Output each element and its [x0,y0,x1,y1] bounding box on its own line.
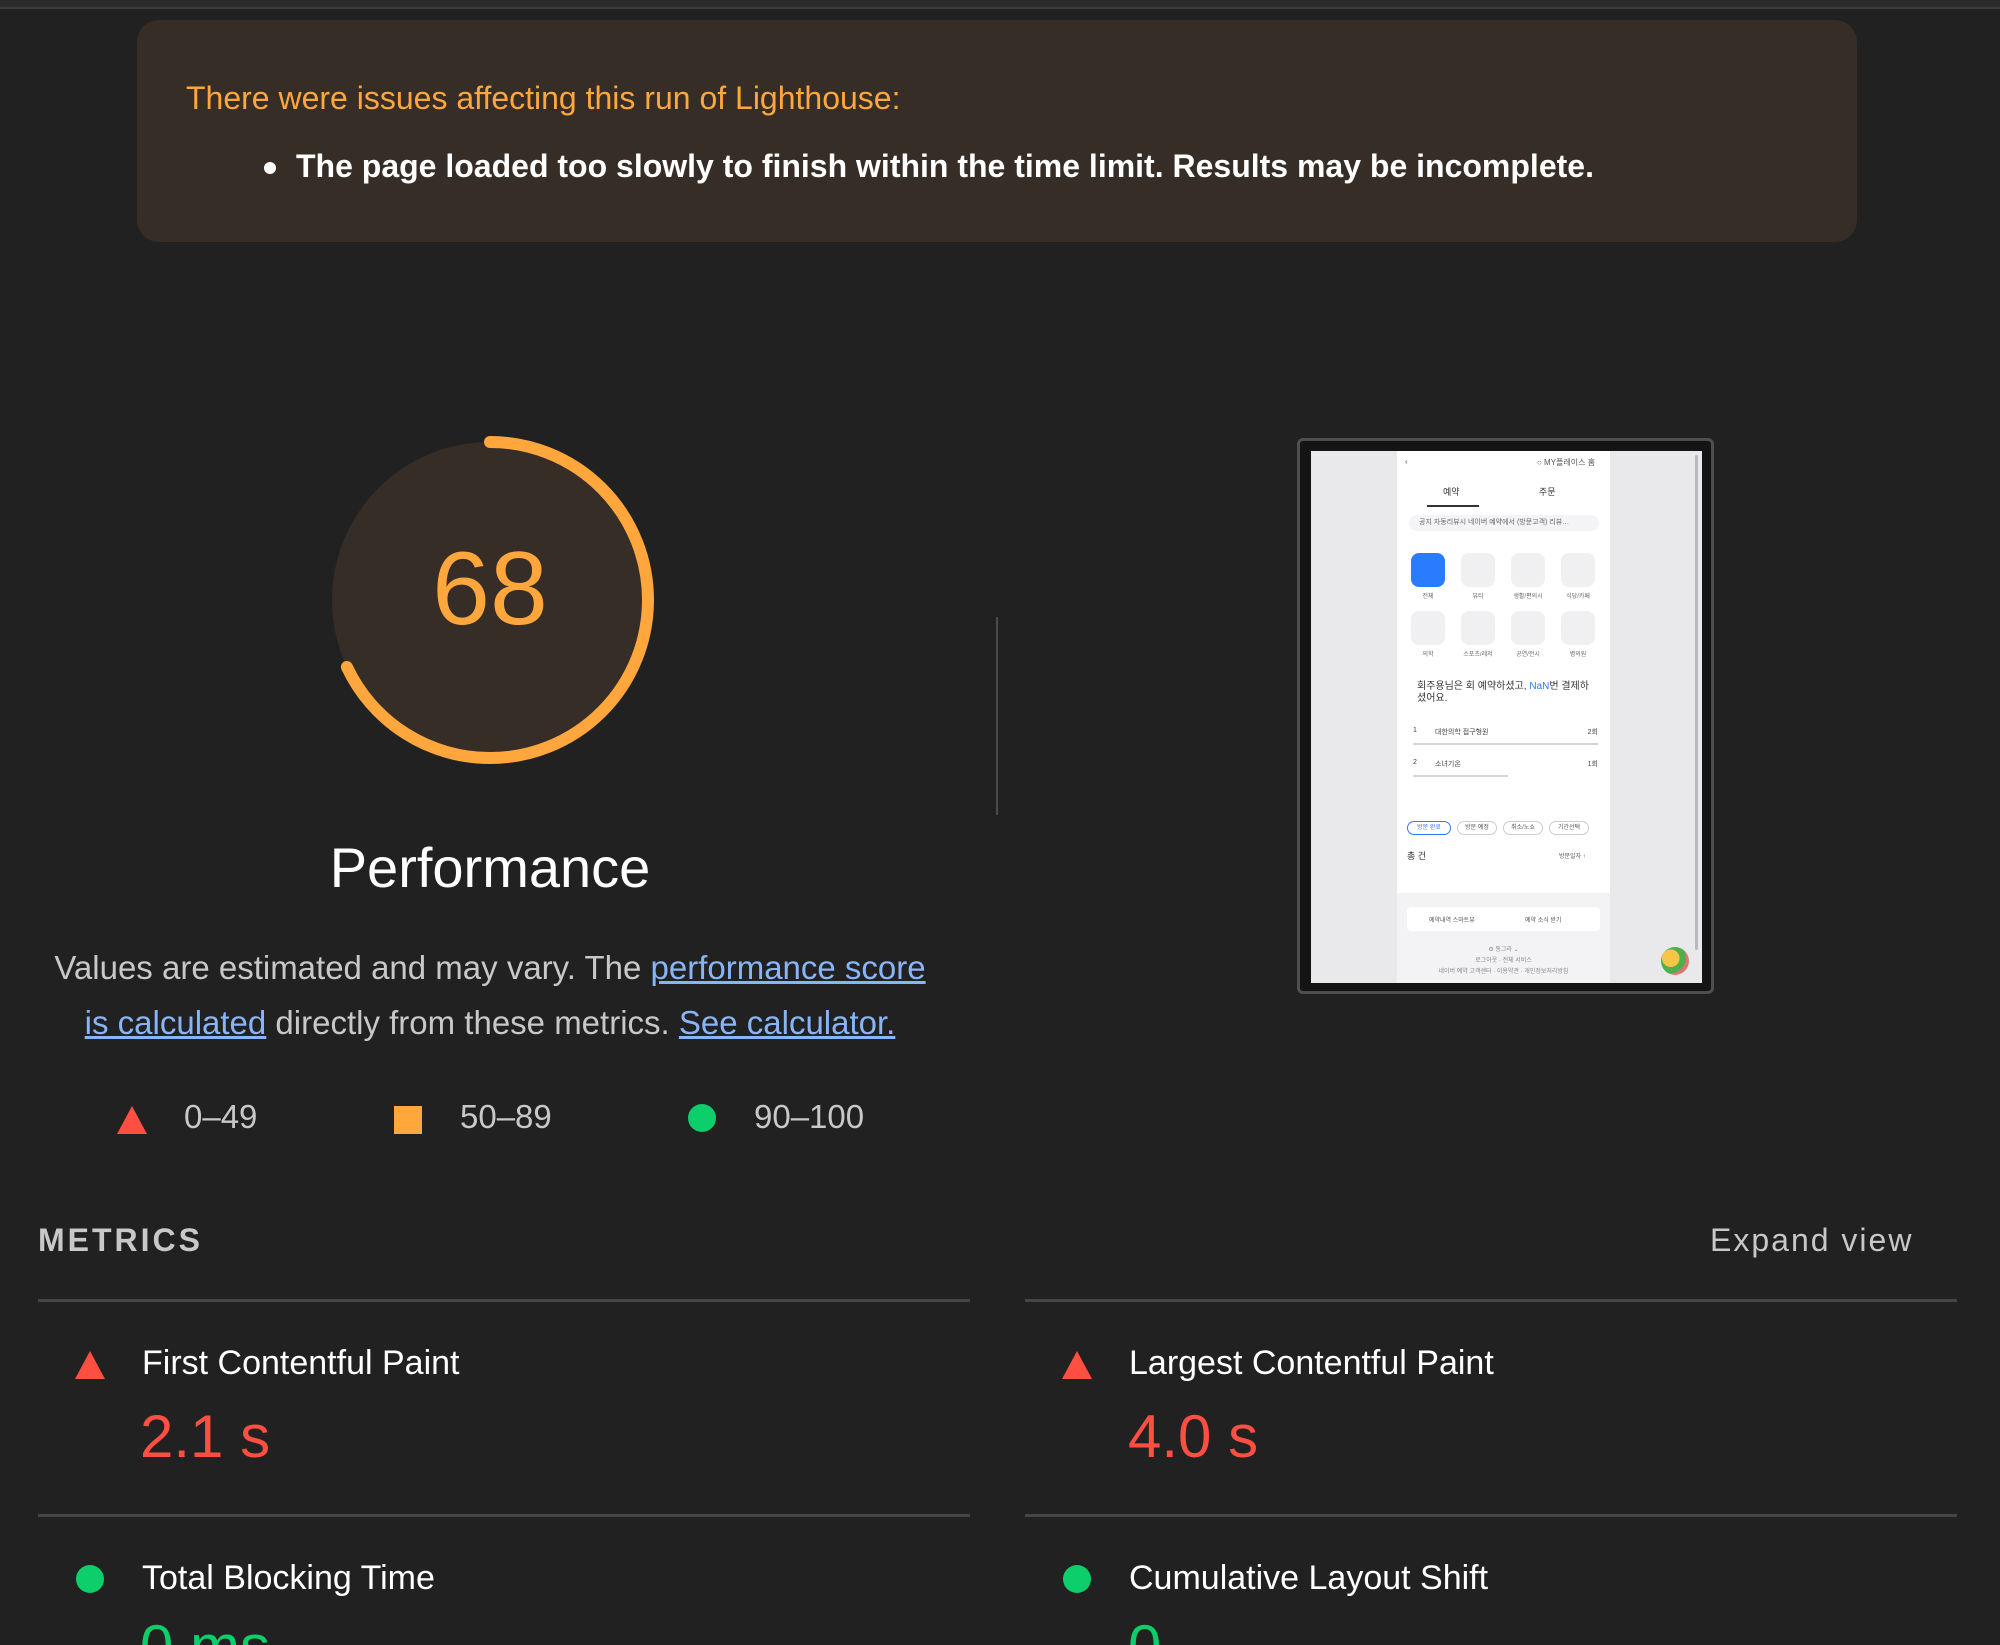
row-name: 대한의학 접구형원 [1435,729,1489,736]
metrics-divider [38,1299,970,1302]
filter-chip: 기간선택 [1549,821,1589,835]
triangle-icon [1062,1351,1092,1379]
screenshot-button: 예약 소식 받기 [1525,918,1562,924]
row-bar [1413,775,1508,777]
screenshot-tab: 예약 [1443,487,1460,497]
warning-banner: There were issues affecting this run of … [137,20,1857,242]
footer-line: ⚙ 동그라 ⌄ [1488,947,1519,953]
row-bar [1413,743,1598,745]
screenshot-scrollbar [1695,455,1698,950]
phone-page: ‹ ○ MY플레이스 홈 예약 주문 공지 자동리뷰시 네이버 예약에서 (방문… [1397,451,1610,893]
description-text: directly from these metrics. [266,1004,679,1041]
final-screenshot[interactable]: ‹ ○ MY플레이스 홈 예약 주문 공지 자동리뷰시 네이버 예약에서 (방문… [1297,438,1714,994]
circle-icon [688,1104,716,1132]
metric-tbt-value: 0 ms [140,1612,270,1645]
legend-fail-range: 0–49 [184,1098,258,1135]
metrics-divider [1025,1299,1957,1302]
expand-view-toggle[interactable]: Expand view [1710,1222,1913,1259]
metric-tbt-label: Total Blocking Time [142,1559,435,1597]
metrics-title: METRICS [38,1222,203,1258]
screenshot-total: 총 건 [1407,851,1427,861]
screenshot-screen: ‹ ○ MY플레이스 홈 예약 주문 공지 자동리뷰시 네이버 예약에서 (방문… [1311,451,1702,983]
category-icon [1561,611,1595,645]
filter-chip: 방문 예정 [1457,821,1497,835]
performance-score: 68 [432,531,548,647]
warning-title: There were issues affecting this run of … [186,80,901,116]
category-label: 스포츠/레저 [1463,652,1493,658]
footer-line: 로그아웃 · 전체 서비스 [1475,958,1532,964]
screenshot-top-link: ○ MY플레이스 홈 [1537,458,1596,467]
back-icon: ‹ [1405,457,1408,466]
category-label: 병의원 [1569,652,1587,658]
circle-icon [76,1565,104,1593]
metric-fcp-label: First Contentful Paint [142,1344,460,1382]
category-label: 생활/편의시 [1513,594,1543,600]
ranking-row: 1 대한의학 접구형원 2회 [1413,727,1598,736]
description-text: Values are estimated and may vary. The [54,949,651,986]
screenshot-button: 예약내역 스마트뷰 [1429,918,1475,924]
filter-chip: 방문 완료 [1407,821,1451,835]
message-highlight: NaN [1529,681,1550,692]
filter-chip: 취소/노쇼 [1503,821,1543,835]
metric-fcp-value: 2.1 s [140,1403,271,1470]
tab-underline [1427,505,1479,507]
score-description: Values are estimated and may vary. The p… [40,940,940,1050]
category-label: 공연/전시 [1516,652,1540,658]
top-border [0,0,2000,9]
screenshot-footer: ⚙ 동그라 ⌄ 로그아웃 · 전체 서비스 네이버 예약 고객센터 · 이용약관… [1397,945,1610,978]
category-label: 전체 [1422,594,1434,600]
category-icon [1411,611,1445,645]
metric-cls-value: 0 [1128,1612,1161,1645]
row-count: 2회 [1587,729,1598,736]
category-label: 식당/카페 [1566,594,1590,600]
category-icon [1511,553,1545,587]
category-icon [1461,611,1495,645]
vertical-divider [996,617,998,815]
screenshot-message: 회주용님은 회 예약하셨고, NaN번 결제하셨어요. [1417,681,1597,705]
gauge-title: Performance [329,836,651,899]
screenshot-tab: 주문 [1539,487,1556,497]
metric-lcp-value: 4.0 s [1128,1403,1259,1470]
screenshot-sort: 방문일자 ↑ [1559,854,1586,860]
ranking-row: 2 소녀기온 1회 [1413,759,1598,768]
square-icon [394,1106,422,1134]
legend-average-range: 50–89 [460,1098,552,1135]
row-rank: 2 [1413,759,1417,766]
legend-pass-range: 90–100 [754,1098,865,1135]
category-label: 뷰티 [1472,594,1484,600]
category-icon [1561,553,1595,587]
bullet-icon [264,162,276,174]
category-icon [1461,553,1495,587]
screenshot-button-bar: 예약내역 스마트뷰 예약 소식 받기 [1407,907,1600,931]
category-icon [1511,611,1545,645]
row-rank: 1 [1413,727,1417,734]
metrics-divider [38,1514,970,1517]
screenshot-notice: 공지 자동리뷰시 네이버 예약에서 (방문고객) 리뷰… [1409,515,1599,531]
message-text: 회주용님은 회 예약하셨고, [1417,681,1530,692]
category-icon [1411,553,1445,587]
circle-icon [1063,1565,1091,1593]
avatar [1661,947,1689,975]
triangle-icon [75,1351,105,1379]
triangle-icon [117,1106,147,1134]
metric-cls-label: Cumulative Layout Shift [1129,1559,1489,1597]
warning-item: The page loaded too slowly to finish wit… [296,148,1594,184]
metrics-divider [1025,1514,1957,1517]
footer-line: 네이버 예약 고객센터 · 이용약관 · 개인정보처리방침 [1438,969,1569,975]
row-name: 소녀기온 [1435,761,1461,768]
metric-lcp-label: Largest Contentful Paint [1129,1344,1494,1382]
row-count: 1회 [1587,761,1598,768]
category-label: 의학 [1422,652,1434,658]
calculator-link[interactable]: See calculator. [679,1004,895,1041]
